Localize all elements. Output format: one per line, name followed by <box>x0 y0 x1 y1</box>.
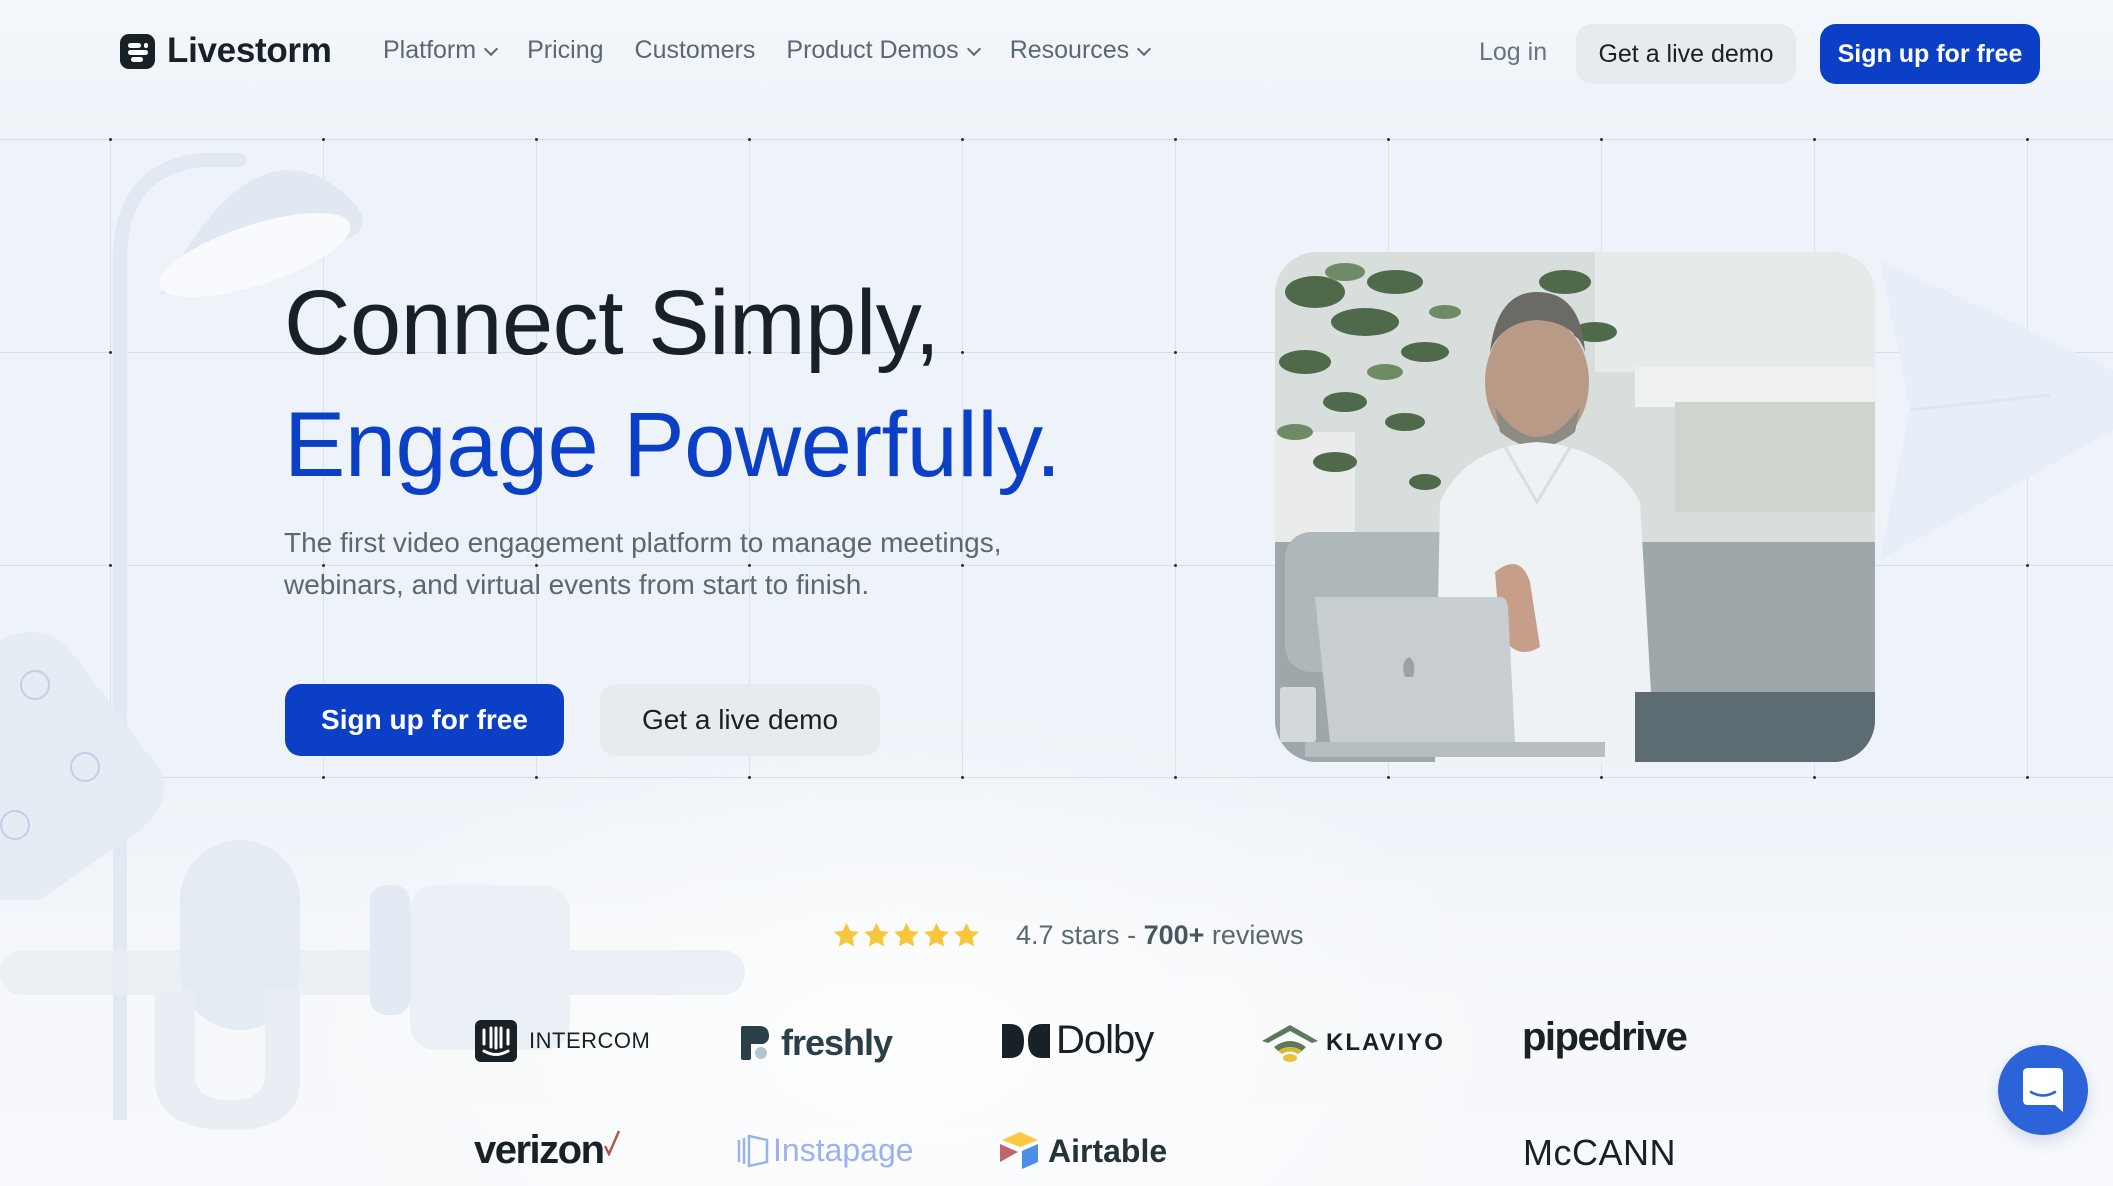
header-demo-button[interactable]: Get a live demo <box>1576 24 1796 84</box>
star-icon <box>834 922 859 947</box>
airtable-icon <box>1000 1132 1038 1169</box>
rating-text: 4.7 stars - 700+ reviews <box>1016 920 1303 951</box>
dolby-wordmark: Dolby <box>1056 1018 1154 1062</box>
customer-logo-instapage: Instapage <box>737 1132 914 1169</box>
livestorm-logo-icon <box>120 33 155 69</box>
pipedrive-wordmark: pipedrive <box>1522 1015 1688 1059</box>
hero-subtext: The first video engagement platform to m… <box>284 527 1002 600</box>
freshly-wordmark: freshly <box>781 1022 893 1063</box>
site-header: Livestorm Platform Pricing Customers Pro… <box>0 0 2113 108</box>
nav-resources-label: Resources <box>1009 36 1130 64</box>
hero-video[interactable] <box>1275 252 1875 762</box>
chevron-down-icon <box>1137 41 1152 56</box>
nav-pricing[interactable]: Pricing <box>527 36 603 65</box>
star-icon <box>894 922 919 947</box>
header-signup-button[interactable]: Sign up for free <box>1820 24 2040 84</box>
rating-reviews-label: reviews <box>1211 920 1304 950</box>
brand-logo[interactable]: Livestorm <box>120 31 332 71</box>
rating-separator: - <box>1127 920 1137 950</box>
hero-headline: Connect Simply, Engage Powerfully. <box>284 262 1061 506</box>
customer-logo-pipedrive: pipedrive <box>1522 1015 1688 1060</box>
nav-product-demos-label: Product Demos <box>786 36 959 64</box>
intercom-wordmark: INTERCOM <box>529 1028 651 1053</box>
chat-widget-button[interactable] <box>1998 1045 2088 1135</box>
nav-customers-label: Customers <box>634 36 756 64</box>
hero-demo-button[interactable]: Get a live demo <box>600 684 880 756</box>
hero-signup-button[interactable]: Sign up for free <box>285 684 564 756</box>
nav-platform[interactable]: Platform <box>383 36 499 65</box>
star-icon <box>924 922 949 947</box>
nav-pricing-label: Pricing <box>527 36 604 64</box>
nav-customers[interactable]: Customers <box>635 36 756 65</box>
login-link[interactable]: Log in <box>1479 38 1547 67</box>
customer-logo-mccann: McCANN <box>1523 1132 1676 1174</box>
nav-platform-label: Platform <box>383 36 477 64</box>
airtable-wordmark: Airtable <box>1048 1132 1168 1169</box>
intercom-icon <box>475 1020 517 1062</box>
instapage-icon <box>737 1133 769 1168</box>
chat-bubble-icon <box>2023 1068 2063 1112</box>
customer-logo-intercom: INTERCOM <box>475 1020 650 1062</box>
klaviyo-icon <box>1262 1025 1318 1062</box>
video-scene <box>1275 252 1875 762</box>
dolby-icon <box>1002 1023 1050 1058</box>
customer-logo-dolby: Dolby <box>1002 1018 1154 1063</box>
star-icon <box>864 922 889 947</box>
freshly-icon <box>741 1026 769 1060</box>
rating-score: 4.7 stars <box>1016 920 1120 950</box>
customer-logo-klaviyo: KLAVIYO <box>1262 1023 1445 1063</box>
chevron-down-icon <box>966 41 981 56</box>
headline-line-1: Connect Simply, <box>284 272 940 374</box>
rating-reviews-count: 700+ <box>1143 920 1205 950</box>
nav-resources[interactable]: Resources <box>1009 36 1152 65</box>
main-nav: Platform Pricing Customers Product Demos… <box>383 36 1180 65</box>
customer-logo-freshly: freshly <box>741 1022 893 1064</box>
rating-summary: 4.7 stars - 700+ reviews <box>832 920 1303 951</box>
verizon-wordmark: verizon <box>474 1128 605 1172</box>
mccann-wordmark: McCANN <box>1523 1132 1676 1173</box>
instapage-wordmark: Instapage <box>773 1132 914 1168</box>
klaviyo-wordmark: KLAVIYO <box>1326 1029 1445 1056</box>
headline-line-2: Engage Powerfully. <box>284 394 1061 496</box>
verizon-check-icon <box>603 1130 620 1156</box>
star-rating <box>832 921 982 950</box>
customer-logo-verizon: verizon <box>474 1128 620 1173</box>
brand-name: Livestorm <box>167 31 332 70</box>
nav-product-demos[interactable]: Product Demos <box>786 36 981 65</box>
customer-logo-airtable: Airtable <box>998 1132 1167 1170</box>
chevron-down-icon <box>484 41 499 56</box>
star-icon <box>954 922 979 947</box>
